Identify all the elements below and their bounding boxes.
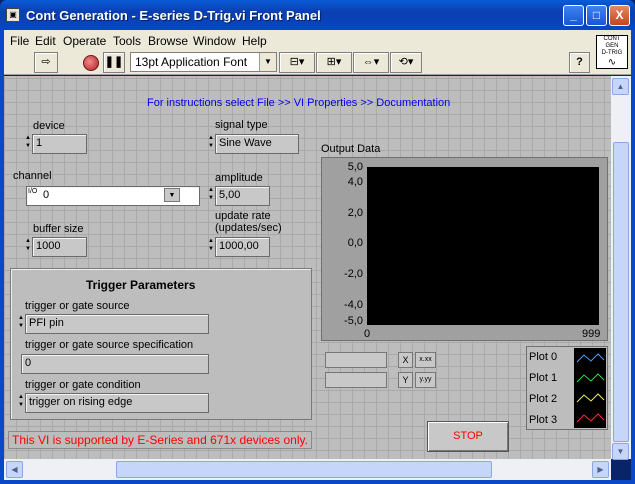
device-label: device [33,120,65,132]
buffer-size-input[interactable]: 1000 [32,237,87,257]
y-tick: -4,0 [344,299,363,311]
legend-swatch-0 [574,348,606,368]
chevron-down-icon[interactable]: ▼ [259,53,276,71]
vi-icon-line1: CONT GEN [603,36,621,49]
abort-icon[interactable] [83,55,99,71]
menu-operate[interactable]: Operate [63,34,106,48]
y-tick: -2,0 [344,268,363,280]
vi-icon-line2: D-TRIG [601,50,623,56]
y-format-icon[interactable]: y.yy [415,372,436,388]
buffer-size-spin-icon[interactable]: ▲ ▼ [24,237,32,255]
signal-type-label: signal type [215,119,268,131]
legend-swatches [574,348,606,428]
x-tick: 999 [582,328,601,340]
amplitude-input[interactable]: 5,00 [215,186,270,206]
y-scale-display[interactable] [325,372,387,388]
buffer-size-label: buffer size [33,223,84,235]
update-rate-unit-label: (updates/sec) [215,222,282,234]
vertical-scroll-thumb[interactable] [613,142,629,442]
scroll-left-icon[interactable]: ◀ [6,461,23,478]
plot-area[interactable] [367,167,599,325]
window-frame-bottom [0,480,635,484]
labview-app-icon[interactable]: ▣ [6,8,20,22]
trigger-parameters-title: Trigger Parameters [86,278,196,292]
y-tick: 0,0 [347,237,363,249]
trigger-source-ring[interactable]: PFI pin [25,314,209,334]
legend-plot-2[interactable]: Plot 2 [529,393,557,405]
sine-wave-icon: ∿ [607,57,617,68]
legend-plot-1[interactable]: Plot 1 [529,372,557,384]
scroll-up-icon[interactable]: ▲ [612,78,629,95]
legend-swatch-1 [574,368,606,388]
signal-type-ring[interactable]: Sine Wave [215,134,299,154]
y-tick: 4,0 [347,176,363,188]
trigger-condition-label: trigger or gate condition [25,379,141,391]
close-button[interactable]: X [609,5,630,26]
distribute-objects-icon[interactable]: ⊞▾ [316,52,352,73]
pause-icon[interactable]: ❚❚ [103,52,125,73]
trigger-source-label: trigger or gate source [25,300,130,312]
menu-help[interactable]: Help [242,34,267,48]
resize-objects-icon[interactable]: ⇔▾ [353,52,389,73]
io-channel-icon: I/O [28,188,38,195]
trigger-condition-ring[interactable]: trigger on rising edge [25,393,209,413]
y-tick: 2,0 [347,207,363,219]
minimize-button[interactable]: _ [563,5,584,26]
legend-swatch-3 [574,408,606,428]
x-tick: 0 [364,328,371,340]
chevron-down-icon[interactable]: ▼ [164,188,180,202]
trigger-source-spin-icon[interactable]: ▲ ▼ [17,314,25,332]
menu-edit[interactable]: Edit [35,34,56,48]
x-format-icon[interactable]: x.xx [415,352,436,368]
scroll-down-icon[interactable]: ▼ [612,443,629,460]
trigger-spec-input[interactable]: 0 [21,354,209,374]
device-spin-icon[interactable]: ▲ ▼ [24,134,32,152]
trigger-condition-spin-icon[interactable]: ▲ ▼ [17,393,25,411]
menu-tools[interactable]: Tools [113,34,141,48]
legend-plot-0[interactable]: Plot 0 [529,351,557,363]
legend-swatch-2 [574,388,606,408]
menu-file[interactable]: File [10,34,29,48]
scroll-right-icon[interactable]: ▶ [592,461,609,478]
y-autoscale-icon[interactable]: Y [398,372,413,388]
amplitude-spin-icon[interactable]: ▲ ▼ [207,186,215,204]
device-input[interactable]: 1 [32,134,87,154]
x-autoscale-icon[interactable]: X [398,352,413,368]
y-tick: 5,0 [347,161,363,173]
horizontal-scroll-thumb[interactable] [116,461,492,478]
maximize-button[interactable]: □ [586,5,607,26]
amplitude-label: amplitude [215,172,263,184]
trigger-spec-label: trigger or gate source specification [25,339,194,351]
window-frame-right [631,30,635,484]
align-objects-icon[interactable]: ⊟▾ [279,52,315,73]
menu-browse[interactable]: Browse [148,34,188,48]
channel-label: channel [13,170,52,182]
x-scale-display[interactable] [325,352,387,368]
font-select[interactable]: 13pt Application Font [130,52,277,72]
vi-icon[interactable]: CONT GEN D-TRIG ∿ [596,35,628,69]
reorder-icon[interactable]: ⟲▾ [390,52,422,73]
y-tick: -5,0 [344,315,363,327]
update-rate-input[interactable]: 1000,00 [215,237,270,257]
stop-button[interactable]: STOP [427,421,509,452]
support-note: This VI is supported by E-Series and 671… [8,431,312,449]
menu-bar: File Edit Operate Tools Browse Window He… [4,30,631,50]
output-data-label: Output Data [321,143,381,155]
update-rate-spin-icon[interactable]: ▲ ▼ [207,237,215,255]
signal-type-spin-icon[interactable]: ▲ ▼ [207,134,215,152]
run-arrow-icon[interactable]: ⇨ [34,52,58,73]
context-help-icon[interactable]: ? [569,52,590,73]
instructions-text: For instructions select File >> VI Prope… [147,97,451,109]
legend-plot-3[interactable]: Plot 3 [529,414,557,426]
menu-window[interactable]: Window [193,34,236,48]
window-title: Cont Generation - E-series D-Trig.vi Fro… [26,8,321,23]
update-rate-label: update rate [215,210,271,222]
